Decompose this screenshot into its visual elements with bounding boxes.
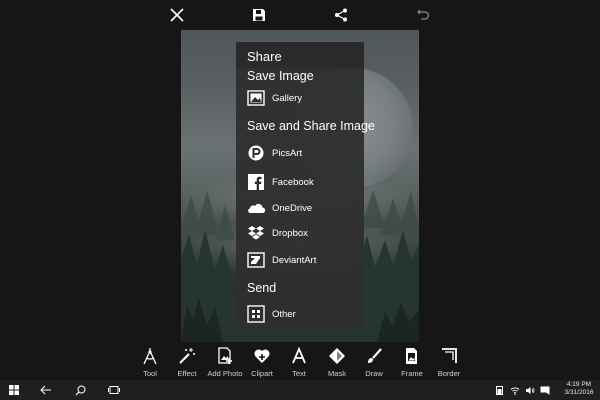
action-center-icon [540,386,550,395]
share-button[interactable] [328,2,354,28]
share-item-label: Facebook [272,176,314,188]
share-panel-header: Share [236,42,364,68]
other-icon [246,304,266,324]
notifications-button[interactable] [539,380,551,400]
close-button[interactable] [164,2,190,28]
start-button[interactable] [4,380,24,400]
save-icon [253,9,265,21]
volume-button[interactable] [524,380,536,400]
share-item-gallery[interactable]: Gallery [246,87,358,109]
border-icon [439,346,459,366]
share-icon [335,8,347,22]
facebook-icon [246,172,266,192]
share-item-picsart[interactable]: PicsArt [246,142,358,164]
deviantart-icon [246,250,266,270]
share-panel-title: Share [247,49,282,64]
share-item-deviantart[interactable]: DeviantArt [246,249,358,271]
share-item-label: OneDrive [272,202,313,214]
text-icon [289,346,309,366]
share-item-facebook[interactable]: Facebook [246,171,358,193]
gallery-icon [246,88,266,108]
search-button[interactable] [70,380,90,400]
wifi-button[interactable] [509,380,521,400]
wifi-icon [510,387,520,395]
clock-time: 4:19 PM [566,381,592,388]
save-image-heading: Save Image [247,69,314,83]
clipart-heart-icon [252,346,272,366]
edit-toolbar: Tool Effect Add Photo Clipart Text Mask … [0,342,600,380]
top-bar [0,0,600,30]
close-icon [170,8,184,22]
share-item-label: DeviantArt [272,254,317,266]
mask-icon [327,346,347,366]
taskbar: 4:19 PM 3/31/2016 [0,380,600,400]
onedrive-icon [246,198,266,218]
share-item-onedrive[interactable]: OneDrive [246,197,358,219]
task-view-icon [108,386,120,394]
border-button[interactable]: Border [429,344,469,380]
volume-icon [526,386,535,394]
share-item-label: Gallery [272,92,303,104]
save-button[interactable] [246,2,272,28]
windows-logo-icon [9,385,19,395]
undo-button[interactable] [410,2,436,28]
picsart-icon [246,143,266,163]
tray-icon [495,385,503,395]
send-heading: Send [247,281,277,295]
compass-icon [140,346,160,366]
share-panel: Share Save Image Gallery Save and Share … [236,42,375,328]
undo-icon [417,9,430,20]
back-arrow-icon [40,385,51,395]
save-and-share-heading: Save and Share Image [247,119,375,133]
task-view-button[interactable] [104,380,124,400]
magic-wand-icon [177,346,197,366]
dropbox-icon [246,223,266,243]
share-item-label: Other [272,308,296,320]
share-item-label: Dropbox [272,227,308,239]
add-photo-icon [215,346,235,366]
frame-icon [402,346,422,366]
tool-label: Border [437,369,461,378]
share-item-dropbox[interactable]: Dropbox [246,222,358,244]
brush-icon [364,346,384,366]
share-item-label: PicsArt [272,147,303,159]
taskbar-clock[interactable]: 4:19 PM 3/31/2016 [563,381,595,397]
clock-date: 3/31/2016 [564,389,594,396]
back-button[interactable] [36,380,56,400]
search-icon [75,385,85,395]
share-item-other[interactable]: Other [246,303,358,325]
tray-button[interactable] [494,380,504,400]
